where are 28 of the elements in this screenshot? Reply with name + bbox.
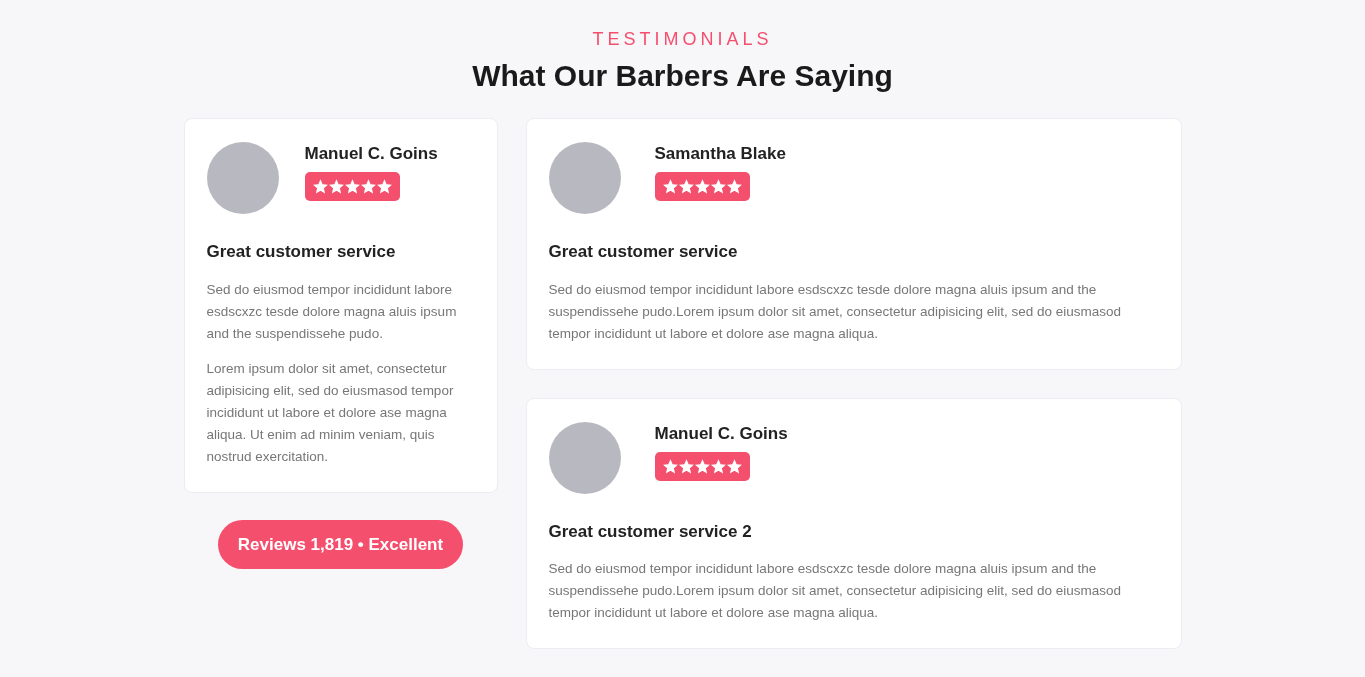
review-heading: Great customer service bbox=[548, 241, 739, 263]
star-icon bbox=[726, 179, 742, 194]
star-icon bbox=[678, 458, 694, 474]
review-heading: Great customer service bbox=[206, 241, 397, 263]
star-icon bbox=[360, 179, 376, 194]
star-icon bbox=[678, 179, 694, 194]
review-text: Lorem ipsum dolor sit amet, consectetur adipisicing elit, sed do eiusmasod tempor incididunt ut labore et dolore ase magna aliqua. Ut enim ad minim veniam, quis nostrud exercitation. bbox=[206, 359, 455, 466]
star-icon bbox=[376, 179, 392, 194]
star-icon bbox=[726, 458, 742, 474]
section-title: What Our Barbers Are Saying bbox=[472, 58, 893, 94]
reviewer-name: Manuel C. Goins bbox=[304, 143, 438, 165]
star-icon bbox=[710, 179, 726, 194]
review-heading: Great customer service 2 bbox=[548, 520, 753, 543]
star-icon bbox=[710, 458, 726, 474]
star-icon bbox=[694, 458, 710, 474]
review-text: Sed do eiusmod tempor incididunt labore esdscxzc tesde dolore magna aluis ipsum and the suspendissehe pudo.Lorem ipsum dolor sit amet, consectetur adipisicing elit, sed do eiusmasod tempor incididunt ut labore et dolore ase magna aliqua. bbox=[548, 280, 1123, 343]
star-icon bbox=[694, 179, 710, 194]
star-icon bbox=[312, 179, 328, 194]
reviews-button[interactable]: Reviews 1,819 • Excellent bbox=[217, 519, 464, 569]
review-text: Sed do eiusmod tempor incididunt labore esdscxzc tesde dolore magna aluis ipsum and the suspendissehe pudo. bbox=[206, 280, 458, 343]
reviewer-name: Manuel C. Goins bbox=[654, 422, 788, 445]
reviewer-name: Samantha Blake bbox=[654, 143, 786, 165]
star-icon bbox=[662, 179, 678, 194]
section-eyebrow: TESTIMONIALS bbox=[592, 28, 773, 50]
star-icon bbox=[344, 179, 360, 194]
star-icon bbox=[662, 458, 678, 474]
star-icon bbox=[328, 179, 344, 194]
review-text: Sed do eiusmod tempor incididunt labore esdscxzc tesde dolore magna aluis ipsum and the suspendissehe pudo.Lorem ipsum dolor sit amet, consectetur adipisicing elit, sed do eiusmasod tempor incididunt ut labore et dolore ase magna aliqua. bbox=[548, 560, 1123, 622]
